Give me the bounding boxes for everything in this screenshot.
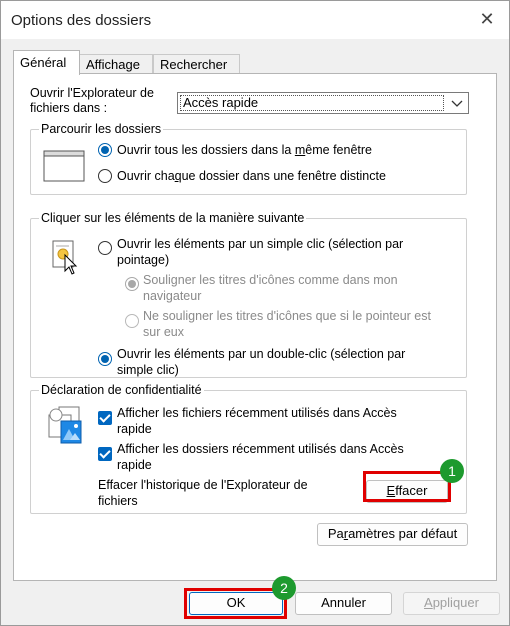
step-badge-1: 1 — [440, 459, 464, 483]
underline-browser-label[interactable]: Souligner les titres d'icônes comme dans… — [143, 272, 398, 304]
recent-folders-line1: Afficher les dossiers récemment utilisés… — [117, 442, 404, 456]
underline-browser-line2: navigateur — [143, 289, 202, 303]
tab-affichage[interactable]: Affichage — [79, 54, 153, 75]
pointer-click-icon — [52, 240, 78, 275]
open-explorer-label-line1: Ouvrir l'Explorateur de — [30, 86, 154, 100]
privacy-group: Déclaration de confidentialité Afficher … — [30, 383, 467, 514]
click-behaviour-group: Cliquer sur les éléments de la manière s… — [30, 211, 467, 378]
open-explorer-label: Ouvrir l'Explorateur de fichiers dans : — [30, 86, 154, 116]
recent-folders-label[interactable]: Afficher les dossiers récemment utilisés… — [117, 441, 404, 473]
general-tab-panel: Ouvrir l'Explorateur de fichiers dans : … — [13, 73, 497, 581]
privacy-documents-icon — [48, 406, 82, 444]
click-behaviour-title: Cliquer sur les éléments de la manière s… — [39, 211, 307, 226]
radio-underline-browser[interactable] — [125, 277, 139, 291]
apply-button[interactable]: Appliquer — [403, 592, 500, 615]
double-click-line2: simple clic) — [117, 363, 179, 377]
apply-text-b: ppliquer — [432, 595, 479, 610]
clear-history-line2: fichiers — [98, 494, 138, 508]
defaults-text-a: Pa — [327, 526, 344, 541]
checkbox-recent-folders[interactable] — [98, 447, 112, 461]
clear-history-line1: Effacer l'historique de l'Explorateur de — [98, 478, 308, 492]
close-icon[interactable]: ✕ — [475, 7, 499, 31]
restore-defaults-button[interactable]: Paramètres par défaut — [317, 523, 468, 546]
open-explorer-label-line2: fichiers dans : — [30, 101, 108, 115]
privacy-title: Déclaration de confidentialité — [39, 383, 204, 398]
underline-point-line1: Ne souligner les titres d'icônes que si … — [143, 309, 431, 323]
radio-double-click[interactable] — [98, 352, 112, 366]
same-window-text-b: m — [294, 143, 306, 157]
same-window-label[interactable]: Ouvrir tous les dossiers dans la même fe… — [117, 142, 372, 158]
underline-browser-line1: Souligner les titres d'icônes comme dans… — [143, 273, 398, 287]
recent-files-line1: Afficher les fichiers récemment utilisés… — [117, 406, 397, 420]
open-explorer-select[interactable]: Accès rapide — [177, 92, 469, 114]
underline-point-line2: sur eux — [143, 325, 184, 339]
double-click-label[interactable]: Ouvrir les éléments par un double-clic (… — [117, 346, 405, 378]
clear-history-label: Effacer l'historique de l'Explorateur de… — [98, 477, 308, 509]
separate-window-label[interactable]: Ouvrir chaque dossier dans une fenêtre d… — [117, 168, 386, 184]
clear-button-text-b: ffacer — [395, 483, 428, 498]
radio-separate-window[interactable] — [98, 169, 112, 183]
tab-rechercher-label: Rechercher — [160, 57, 228, 72]
open-explorer-select-value: Accès rapide — [180, 95, 444, 111]
single-click-line2: pointage) — [117, 253, 170, 267]
clear-button[interactable]: Effacer — [366, 480, 448, 503]
recent-files-label[interactable]: Afficher les fichiers récemment utilisés… — [117, 405, 397, 437]
single-click-label[interactable]: Ouvrir les éléments par un simple clic (… — [117, 236, 403, 268]
window-icon — [43, 150, 85, 182]
underline-point-label[interactable]: Ne souligner les titres d'icônes que si … — [143, 308, 431, 340]
checkbox-recent-files[interactable] — [98, 411, 112, 425]
browse-folders-title: Parcourir les dossiers — [39, 122, 164, 137]
radio-same-window[interactable] — [98, 143, 112, 157]
folder-options-dialog: Options des dossiers ✕ Général Affichage… — [0, 0, 510, 626]
radio-underline-point[interactable] — [125, 314, 139, 328]
cancel-button[interactable]: Annuler — [295, 592, 392, 615]
radio-single-click[interactable] — [98, 241, 112, 255]
title-bar: Options des dossiers ✕ — [1, 1, 509, 39]
clear-button-text-a: E — [386, 483, 396, 498]
same-window-text-c: ême fenêtre — [305, 143, 372, 157]
tab-affichage-label: Affichage — [86, 57, 140, 72]
recent-folders-line2: rapide — [117, 458, 152, 472]
defaults-text-c: amètres par défaut — [348, 526, 458, 541]
separate-window-text-c: ue dossier dans une fenêtre distincte — [181, 169, 386, 183]
same-window-text-a: Ouvrir tous les dossiers dans la — [117, 143, 295, 157]
double-click-line1: Ouvrir les éléments par un double-clic (… — [117, 347, 406, 361]
recent-files-line2: rapide — [117, 422, 152, 436]
separate-window-text-b: q — [174, 169, 182, 183]
browse-folders-group: Parcourir les dossiers Ouvrir tous les d… — [30, 122, 467, 195]
ok-button[interactable]: OK — [189, 592, 283, 615]
step-badge-2: 2 — [272, 576, 296, 600]
tab-general[interactable]: Général — [13, 50, 80, 75]
tab-general-label: Général — [20, 55, 67, 70]
apply-text-a: A — [424, 595, 433, 610]
chevron-down-icon — [451, 100, 463, 107]
tab-rechercher[interactable]: Rechercher — [153, 54, 240, 75]
window-title: Options des dossiers — [11, 12, 152, 29]
separate-window-text-a: Ouvrir cha — [117, 169, 175, 183]
single-click-line1: Ouvrir les éléments par un simple clic (… — [117, 237, 404, 251]
